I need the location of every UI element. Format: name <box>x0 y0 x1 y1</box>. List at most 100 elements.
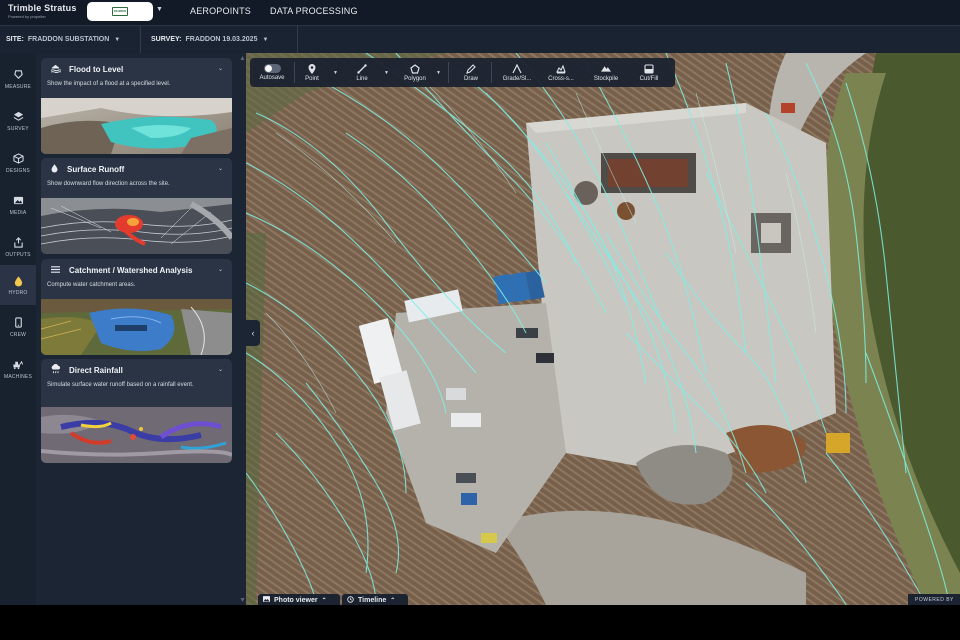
chevron-down-icon[interactable]: ▼ <box>436 70 441 76</box>
chevron-down-icon[interactable]: ▼ <box>156 6 163 13</box>
card-direct-rainfall[interactable]: Direct Rainfall ⌄ Simulate surface water… <box>41 359 232 463</box>
chevron-down-icon[interactable]: ⌄ <box>218 266 223 273</box>
chevron-down-icon: ▼ <box>262 36 269 43</box>
divider <box>294 62 295 83</box>
rail-item-hydro[interactable]: HYDRO <box>0 265 36 305</box>
cross-section-icon <box>556 64 566 74</box>
water-drop-icon <box>12 275 24 287</box>
card-header: Flood to Level ⌄ <box>41 58 232 80</box>
survey-label: SURVEY: <box>151 36 182 43</box>
tool-label: Cut/Fill <box>639 75 659 82</box>
divider <box>448 62 449 83</box>
image-icon <box>12 195 24 207</box>
tool-label: Grade/Sl... <box>502 75 532 82</box>
image-icon <box>263 596 270 604</box>
tool-polygon[interactable]: Polygon <box>398 58 432 87</box>
rail-label: MACHINES <box>4 373 32 380</box>
nav-data-processing[interactable]: DATA PROCESSING <box>270 6 358 16</box>
chevron-left-icon: ‹ <box>251 328 255 338</box>
chevron-up-icon: ⌃ <box>321 597 327 604</box>
lines-icon <box>50 261 61 279</box>
card-flood-to-level[interactable]: Flood to Level ⌄ Show the impact of a fl… <box>41 58 232 154</box>
chevron-down-icon[interactable]: ⌄ <box>218 366 223 373</box>
flood-icon <box>50 60 62 78</box>
rail-item-machines[interactable]: MACHINES <box>0 349 36 389</box>
rail-item-crew[interactable]: CREW <box>0 307 36 347</box>
toggle-switch[interactable] <box>263 64 281 73</box>
collapse-panel-button[interactable]: ‹ <box>246 320 260 346</box>
organization-selector[interactable]: FRADDON <box>87 2 153 21</box>
rail-item-outputs[interactable]: OUTPUTS <box>0 227 36 267</box>
cut-fill-icon <box>644 63 654 74</box>
powered-by-label: POWERED BY <box>908 594 960 605</box>
catchment-preview-image <box>41 299 232 355</box>
context-bar: SITE: FRADDON SUBSTATION ▼ SURVEY: FRADD… <box>0 25 960 54</box>
card-title: Catchment / Watershed Analysis <box>69 265 193 275</box>
excavator-icon <box>12 359 24 371</box>
clock-icon <box>347 595 354 605</box>
slope-icon <box>512 63 522 74</box>
chevron-down-icon[interactable]: ▼ <box>384 70 389 76</box>
tool-stockpile[interactable]: Stockpile <box>588 58 624 87</box>
tool-label: Line <box>356 75 368 82</box>
brand-tagline: Powered by propeller <box>8 14 46 19</box>
card-catchment-watershed-analysis[interactable]: Catchment / Watershed Analysis ⌄ Compute… <box>41 259 232 355</box>
card-description: Show downward flow direction across the … <box>47 181 170 187</box>
rail-item-measure[interactable]: MEASURE <box>0 59 36 99</box>
card-title: Direct Rainfall <box>69 365 123 375</box>
chevron-up-icon: ⌃ <box>390 597 396 604</box>
rail-label: HYDRO <box>8 289 28 296</box>
drop-icon <box>50 160 59 178</box>
card-title: Flood to Level <box>69 64 124 74</box>
rail-label: OUTPUTS <box>5 251 31 258</box>
divider <box>491 62 492 83</box>
nav-aeropoints[interactable]: AEROPOINTS <box>190 6 251 16</box>
tool-label: Autosave <box>259 75 285 81</box>
autosave-toggle-button[interactable]: Autosave <box>255 58 289 87</box>
card-description: Simulate surface water runoff based on a… <box>47 382 194 388</box>
tool-label: Polygon <box>404 75 426 82</box>
tool-cross-section[interactable]: Cross-s... <box>542 58 580 87</box>
bottom-black-strip <box>0 605 960 640</box>
organization-logo-text: FRADDON <box>114 10 126 13</box>
chevron-down-icon: ▼ <box>114 36 121 43</box>
card-surface-runoff[interactable]: Surface Runoff ⌄ Show downward flow dire… <box>41 158 232 254</box>
measure-toolbar: Autosave Point ▼ Line ▼ Polygon ▼ Draw G… <box>250 58 675 87</box>
organization-logo: FRADDON <box>112 7 128 16</box>
runoff-preview-image <box>41 198 232 254</box>
tool-label: Draw <box>463 75 478 82</box>
tool-draw[interactable]: Draw <box>456 58 486 87</box>
rainfall-preview-image <box>41 407 232 463</box>
rail-item-survey[interactable]: SURVEY <box>0 101 36 141</box>
map-view[interactable] <box>246 53 960 605</box>
brand-logo[interactable]: Trimble Stratus Powered by propeller <box>0 0 80 25</box>
rail-item-media[interactable]: MEDIA <box>0 185 36 225</box>
site-label: SITE: <box>6 36 24 43</box>
rail-item-designs[interactable]: DESIGNS <box>0 143 36 183</box>
survey-selector[interactable]: SURVEY: FRADDON 19.03.2025 ▼ <box>141 36 297 43</box>
rail-label: MEASURE <box>4 83 32 90</box>
card-title: Surface Runoff <box>67 164 125 174</box>
tool-grade-slope[interactable]: Grade/Sl... <box>498 58 536 87</box>
chevron-down-icon[interactable]: ⌄ <box>218 165 223 172</box>
chevron-down-icon[interactable]: ⌄ <box>218 65 223 72</box>
card-header: Surface Runoff ⌄ <box>41 158 232 180</box>
card-header: Direct Rainfall ⌄ <box>41 359 232 381</box>
tool-line[interactable]: Line <box>350 58 374 87</box>
panel-scrollbar[interactable] <box>240 55 245 603</box>
rail-label: CREW <box>9 331 27 338</box>
card-description: Compute water catchment areas. <box>47 282 136 288</box>
timeline-label: Timeline <box>358 596 387 604</box>
left-rail: MEASURE SURVEY DESIGNS MEDIA OUTPUTS HYD… <box>0 53 36 605</box>
rail-label: SURVEY <box>7 125 29 132</box>
rail-label: MEDIA <box>9 209 27 216</box>
site-selector[interactable]: SITE: FRADDON SUBSTATION ▼ <box>0 36 140 43</box>
chevron-down-icon[interactable]: ▼ <box>333 70 338 76</box>
cube-icon <box>12 153 24 165</box>
site-value: FRADDON SUBSTATION <box>27 36 110 43</box>
aerial-site-map[interactable] <box>246 53 960 605</box>
tool-cut-fill[interactable]: Cut/Fill <box>632 58 666 87</box>
card-header: Catchment / Watershed Analysis ⌄ <box>41 259 232 281</box>
card-description: Show the impact of a flood at a specifie… <box>47 81 171 87</box>
tool-point[interactable]: Point <box>300 58 324 87</box>
